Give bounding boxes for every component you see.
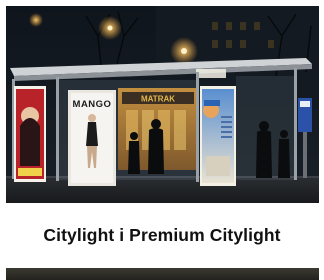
citylight-photo: MATRAK MANGO [6,6,319,203]
ad-brand-text: MANGO [73,99,112,110]
product-card[interactable]: MATRAK MANGO Citylight i Premium Citylig… [0,0,324,280]
product-title[interactable]: Citylight i Premium Citylight [43,225,280,246]
next-card-image-edge [6,268,319,280]
caption-band: Citylight i Premium Citylight [0,203,324,268]
